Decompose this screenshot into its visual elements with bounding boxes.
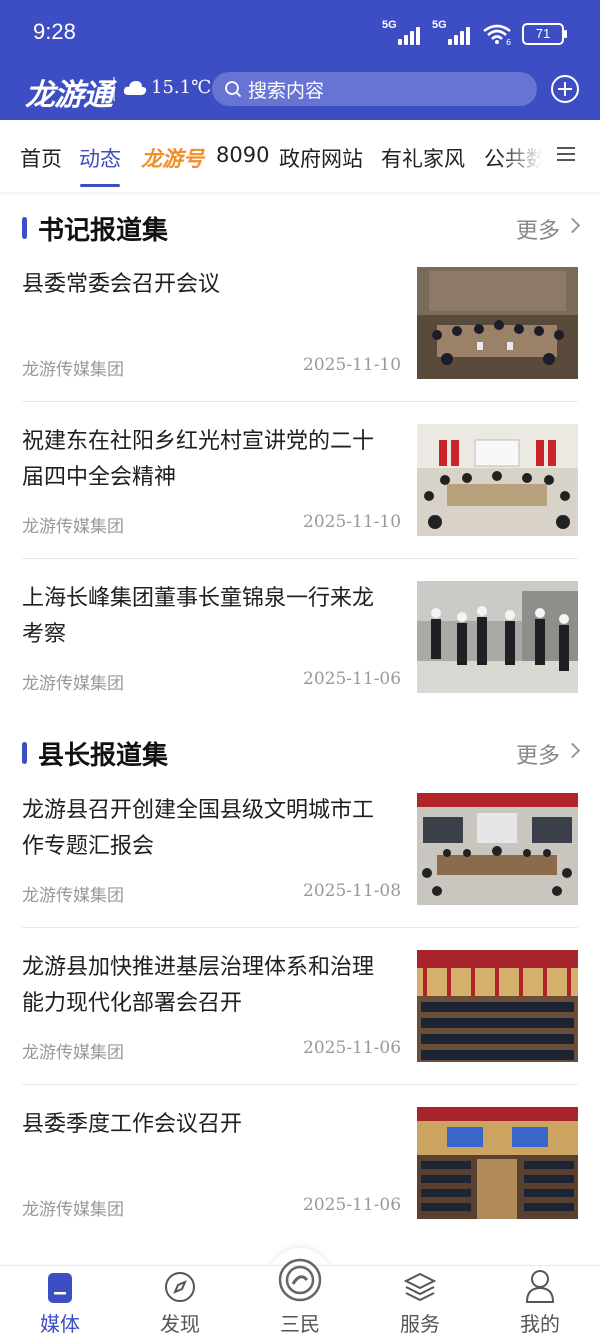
add-button[interactable] <box>551 75 579 103</box>
search-icon <box>225 81 242 98</box>
chevron-right-icon[interactable] <box>564 217 581 234</box>
divider <box>22 401 578 402</box>
section-accent-bar <box>22 217 27 239</box>
sanmin-icon <box>278 1258 322 1302</box>
news-source: 龙游传媒集团 <box>22 360 124 380</box>
section-accent-bar <box>22 742 27 764</box>
tab-8090[interactable]: 8090 <box>216 143 269 167</box>
chevron-right-icon[interactable] <box>564 742 581 759</box>
search-placeholder: 搜索内容 <box>248 79 325 102</box>
news-thumbnail[interactable] <box>417 424 578 536</box>
divider <box>22 927 578 928</box>
news-thumbnail[interactable] <box>417 267 578 379</box>
app-logo: 龙游通 <box>25 78 113 113</box>
divider <box>22 558 578 559</box>
tab-gov-site[interactable]: 政府网站 <box>279 143 363 173</box>
nav-label: 媒体 <box>40 1312 80 1336</box>
logo-divider <box>113 77 115 101</box>
section-title: 书记报道集 <box>38 216 169 246</box>
news-date: 2025-11-08 <box>303 881 402 901</box>
news-thumbnail[interactable] <box>417 950 578 1062</box>
wifi-level: 6 <box>506 38 511 45</box>
layers-icon <box>404 1272 436 1302</box>
news-item[interactable]: 县委常委会召开会议 龙游传媒集团 2025-11-10 <box>22 267 578 380</box>
news-date: 2025-11-10 <box>303 355 402 375</box>
status-icons: 5G 5G 6 71 <box>382 19 567 48</box>
nav-mine[interactable]: 我的 <box>480 1266 600 1336</box>
wifi-icon: 6 <box>483 24 511 45</box>
news-source: 龙游传媒集团 <box>22 1043 124 1063</box>
app-header: 9:28 5G 5G 6 71 龙游通 15.1℃ 搜索内容 <box>0 0 600 120</box>
tab-family-style[interactable]: 有礼家风 <box>381 143 465 173</box>
news-thumbnail[interactable] <box>417 793 578 905</box>
news-title[interactable]: 上海长峰集团董事长童锦泉一行来龙考察 <box>22 581 394 653</box>
nav-label: 我的 <box>520 1312 560 1336</box>
more-link[interactable]: 更多 <box>516 213 560 245</box>
news-source: 龙游传媒集团 <box>22 517 124 537</box>
news-title[interactable]: 祝建东在社阳乡红光村宣讲党的二十届四中全会精神 <box>22 424 394 496</box>
news-item[interactable]: 龙游县加快推进基层治理体系和治理能力现代化部署会召开 龙游传媒集团 2025-1… <box>22 950 578 1063</box>
active-tab-indicator <box>80 184 120 187</box>
status-time: 9:28 <box>33 19 76 44</box>
signal-label: 5G <box>382 19 397 31</box>
weather[interactable]: 15.1℃ <box>123 77 211 98</box>
divider <box>22 1084 578 1085</box>
news-title[interactable]: 龙游县召开创建全国县级文明城市工作专题汇报会 <box>22 793 394 865</box>
compass-icon <box>165 1272 195 1302</box>
news-thumbnail[interactable] <box>417 1107 578 1219</box>
news-item[interactable]: 县委季度工作会议召开 龙游传媒集团 2025-11-06 <box>22 1107 578 1220</box>
news-source: 龙游传媒集团 <box>22 886 124 906</box>
battery-icon: 71 <box>522 23 567 45</box>
tab-fade <box>500 120 560 192</box>
news-thumbnail[interactable] <box>417 581 578 693</box>
cell-signal-icon: 5G <box>382 19 422 47</box>
tab-home[interactable]: 首页 <box>20 143 62 173</box>
more-link[interactable]: 更多 <box>516 738 560 770</box>
nav-discover[interactable]: 发现 <box>120 1266 240 1336</box>
tab-news[interactable]: 动态 <box>79 143 121 173</box>
nav-media[interactable]: 媒体 <box>0 1266 120 1336</box>
nav-label: 服务 <box>400 1312 440 1336</box>
section-header-county-head: 县长报道集 更多 <box>22 733 581 773</box>
bottom-nav: 媒体 发现 三民 服务 我的 <box>0 1258 600 1336</box>
temperature: 15.1℃ <box>151 77 212 98</box>
news-source: 龙游传媒集团 <box>22 674 124 694</box>
search-bar[interactable]: 搜索内容 <box>212 72 537 106</box>
nav-label: 三民 <box>280 1312 320 1336</box>
person-icon <box>525 1270 555 1303</box>
news-date: 2025-11-10 <box>303 512 402 532</box>
news-title[interactable]: 龙游县加快推进基层治理体系和治理能力现代化部署会召开 <box>22 950 394 1022</box>
news-item[interactable]: 祝建东在社阳乡红光村宣讲党的二十届四中全会精神 龙游传媒集团 2025-11-1… <box>22 424 578 537</box>
section-title: 县长报道集 <box>38 741 169 771</box>
news-item[interactable]: 上海长峰集团董事长童锦泉一行来龙考察 龙游传媒集团 2025-11-06 <box>22 581 578 694</box>
signal-label: 5G <box>432 19 447 31</box>
news-date: 2025-11-06 <box>303 669 402 689</box>
media-icon <box>48 1273 72 1303</box>
nav-service[interactable]: 服务 <box>360 1266 480 1336</box>
menu-icon[interactable] <box>557 147 575 161</box>
cell-signal-icon: 5G <box>432 19 472 47</box>
channel-tabs: 首页 动态 龙游号 8090 政府网站 有礼家风 公共数 <box>0 120 600 192</box>
nav-sanmin[interactable]: 三民 <box>240 1258 360 1336</box>
tab-longyouhao[interactable]: 龙游号 <box>141 143 204 173</box>
news-source: 龙游传媒集团 <box>22 1200 124 1220</box>
news-item[interactable]: 龙游县召开创建全国县级文明城市工作专题汇报会 龙游传媒集团 2025-11-08 <box>22 793 578 906</box>
news-title[interactable]: 县委常委会召开会议 <box>22 267 394 303</box>
cloud-icon <box>123 80 147 95</box>
news-date: 2025-11-06 <box>303 1038 402 1058</box>
nav-label: 发现 <box>160 1312 200 1336</box>
section-header-secretary: 书记报道集 更多 <box>22 208 581 248</box>
news-date: 2025-11-06 <box>303 1195 402 1215</box>
news-title[interactable]: 县委季度工作会议召开 <box>22 1107 394 1143</box>
